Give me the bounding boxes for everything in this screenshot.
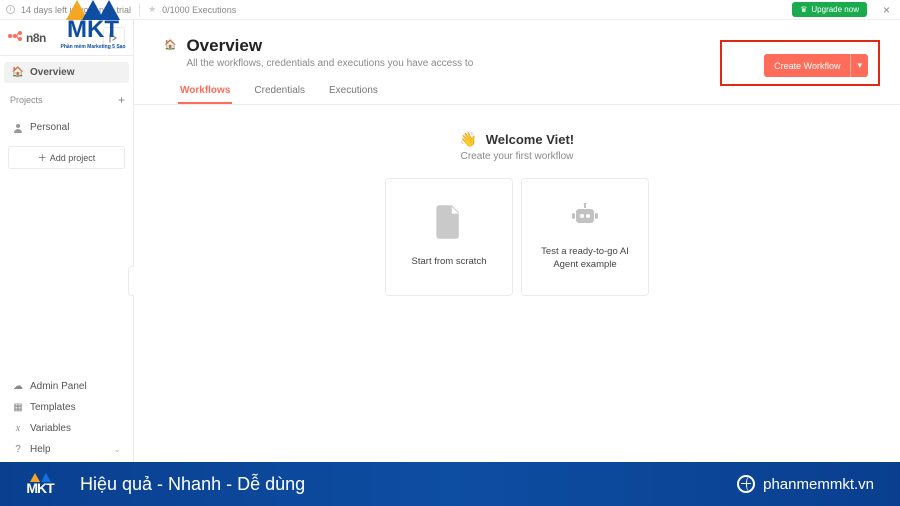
card-ai-agent[interactable]: Test a ready-to-go AI Agent example [521,178,649,296]
create-workflow-button[interactable]: Create Workflow [764,54,850,77]
add-project-label: Add project [50,153,96,163]
welcome-title: Welcome Viet! [486,132,574,147]
starter-cards: Start from scratch Test a ready-to-go AI… [134,178,900,296]
sidebar-item-label: Overview [30,67,74,78]
sidebar-bottom: ☁ Admin Panel ▦ Templates x Variables ? … [0,372,133,462]
upgrade-label: Upgrade now [811,5,859,14]
projects-section-header: Projects + [0,83,133,111]
executions-count: 0/1000 Executions [162,5,236,15]
home-icon: 🏠 [12,67,24,78]
tab-executions[interactable]: Executions [327,85,380,104]
card-label: Test a ready-to-go AI Agent example [522,246,648,271]
collapse-sidebar-button[interactable] [103,27,125,49]
footer-banner: MKT Hiệu quả - Nhanh - Dễ dùng phanmemmk… [0,462,900,506]
sidebar-item-label: Personal [30,122,69,133]
sidebar-item-variables[interactable]: x Variables [4,418,129,439]
plus-icon: ＋ [38,151,47,164]
card-start-scratch[interactable]: Start from scratch [385,178,513,296]
chevron-down-icon: ⌄ [113,444,121,455]
tab-workflows[interactable]: Workflows [178,85,232,104]
footer-logo: MKT [14,464,66,504]
sidenav: 🏠 Overview [0,56,133,83]
crown-icon: ♛ [800,5,807,14]
tab-credentials[interactable]: Credentials [252,85,307,104]
sidebar-item-overview[interactable]: 🏠 Overview [4,62,129,83]
welcome-block: 👋 Welcome Viet! Create your first workfl… [134,131,900,162]
sidebar-item-label: Admin Panel [30,381,87,392]
help-icon: ? [12,444,24,455]
trial-bar: i 14 days left in your n8n trial ★ 0/100… [0,0,900,20]
projects-label: Projects [10,95,43,105]
page-title: Overview [186,36,473,56]
add-project-icon[interactable]: + [118,93,125,107]
footer-tagline: Hiệu quả - Nhanh - Dễ dùng [80,474,305,495]
card-label: Start from scratch [402,256,497,268]
sidebar-item-templates[interactable]: ▦ Templates [4,397,129,418]
file-icon [435,205,463,246]
variables-icon: x [12,423,24,434]
close-icon[interactable]: × [883,4,890,16]
trial-days-text: 14 days left in your n8n trial [21,5,131,15]
robot-icon [570,203,600,236]
sidebar-item-help[interactable]: ? Help ⌄ [4,439,129,460]
person-icon [12,123,24,133]
n8n-logo: n8n [8,30,46,45]
breadcrumb-home-icon[interactable]: 🏠 [164,40,176,51]
sidebar-item-label: Templates [30,402,76,413]
sidebar-item-admin[interactable]: ☁ Admin Panel [4,376,129,397]
templates-icon: ▦ [12,402,24,413]
sidebar-item-label: Variables [30,423,71,434]
cloud-icon: ☁ [12,381,24,392]
footer-logo-text: MKT [26,480,53,496]
globe-icon [737,475,755,493]
wave-icon: 👋 [460,131,477,147]
sidebar-item-label: Help [30,444,51,455]
footer-url: phanmemmkt.vn [763,476,874,493]
divider [139,3,140,17]
star-icon: ★ [148,4,156,15]
create-workflow-dropdown[interactable]: ▾ [850,54,868,77]
page-subtitle: All the workflows, credentials and execu… [186,58,473,69]
logo-row: n8n [0,20,133,56]
info-icon: i [6,5,15,14]
main: 🏠 Overview All the workflows, credential… [134,20,900,462]
add-project-button[interactable]: ＋ Add project [8,146,125,169]
sidebar-item-personal[interactable]: Personal [4,117,129,138]
upgrade-button[interactable]: ♛ Upgrade now [792,2,867,17]
sidebar: n8n 🏠 Overview Projects + Personal [0,20,134,462]
welcome-subtitle: Create your first workflow [134,151,900,162]
